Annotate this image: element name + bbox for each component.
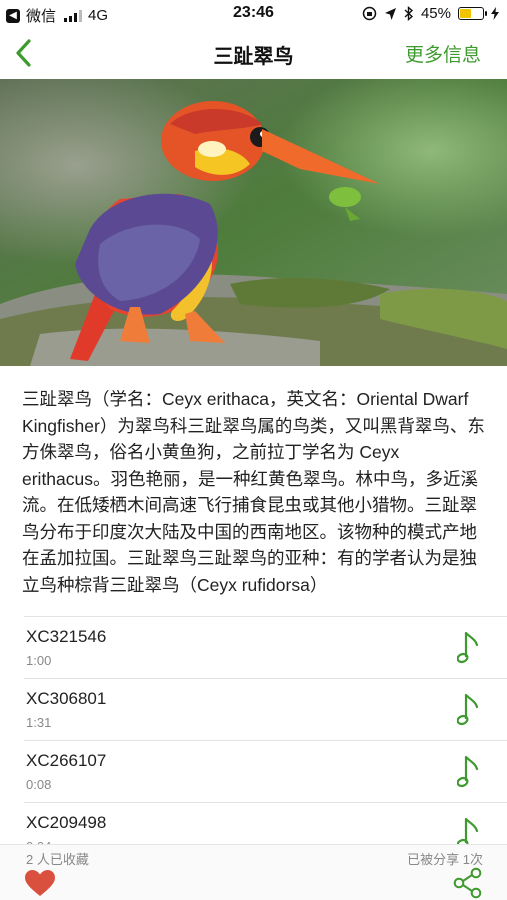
- share-icon[interactable]: [453, 867, 483, 899]
- status-right: 45%: [362, 5, 499, 22]
- recording-duration: 1:31: [26, 715, 52, 730]
- status-bar: ◀ 微信 4G 23:46 45%: [0, 0, 507, 28]
- bird-photo: [0, 79, 507, 366]
- location-icon: [384, 7, 396, 20]
- bluetooth-icon: [404, 6, 414, 21]
- music-note-icon[interactable]: [457, 693, 481, 727]
- music-note-icon[interactable]: [457, 755, 481, 789]
- recording-duration: 1:00: [26, 653, 52, 668]
- nav-bar: 三趾翠鸟 更多信息: [0, 28, 507, 78]
- recording-duration: 0:08: [26, 777, 52, 792]
- recording-id: XC266107: [26, 751, 107, 770]
- music-note-icon[interactable]: [457, 631, 481, 665]
- recording-item[interactable]: XC306801 1:31: [24, 678, 507, 740]
- battery-percent: 45%: [420, 5, 451, 22]
- favorites-count: 2 人已收藏: [26, 852, 89, 867]
- more-info-button[interactable]: 更多信息: [405, 40, 481, 67]
- recording-id: XC306801: [26, 689, 107, 708]
- species-description: 三趾翠鸟（学名：Ceyx erithaca，英文名：Oriental Dwarf…: [22, 389, 485, 595]
- recording-item[interactable]: XC321546 1:00: [24, 616, 507, 678]
- battery-icon: [458, 7, 487, 20]
- recording-id: XC321546: [26, 627, 107, 646]
- kingfisher-illustration: [0, 79, 507, 366]
- heart-icon[interactable]: [24, 869, 56, 897]
- charging-icon: [491, 7, 499, 20]
- bottom-toolbar: 2 人已收藏 已被分享 1次: [0, 844, 507, 900]
- shares-count: 已被分享 1次: [407, 852, 483, 867]
- recording-item[interactable]: XC266107 0:08: [24, 740, 507, 802]
- recording-id: XC209498: [26, 813, 107, 832]
- recordings-list: XC321546 1:00 XC306801 1:31 XC266107 0:0…: [24, 616, 507, 864]
- orientation-lock-icon: [362, 6, 377, 21]
